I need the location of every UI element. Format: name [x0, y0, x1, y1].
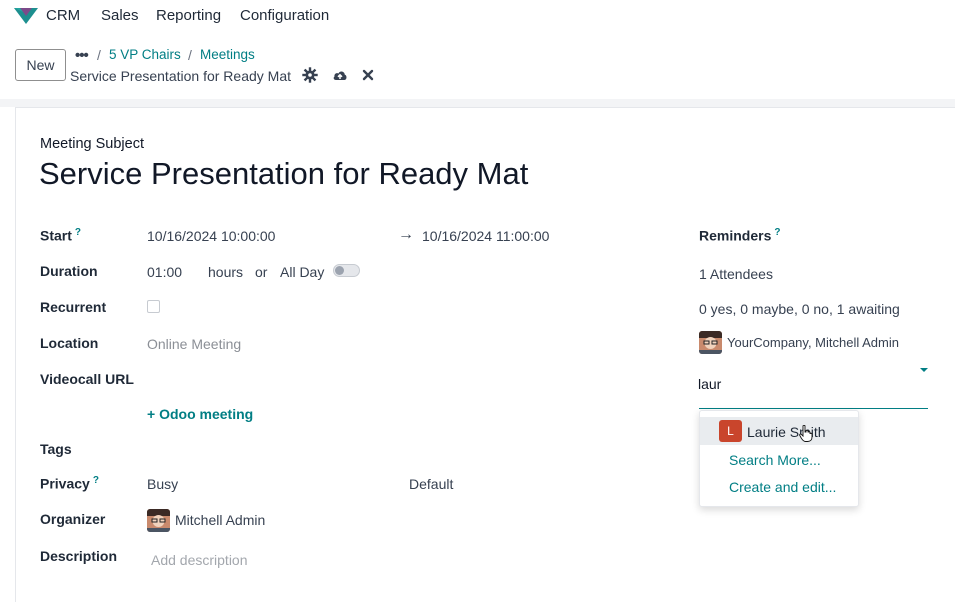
- input-underline: [699, 408, 928, 409]
- menu-sales[interactable]: Sales: [101, 7, 139, 24]
- attendees-count: 1 Attendees: [699, 266, 773, 282]
- meeting-subject-label: Meeting Subject: [40, 136, 144, 152]
- search-more-link[interactable]: Search More...: [729, 452, 821, 468]
- crm-logo-icon[interactable]: [12, 6, 40, 26]
- privacy-label: Privacy?: [40, 475, 99, 492]
- start-label: Start?: [40, 227, 82, 244]
- privacy-help-icon[interactable]: ?: [93, 475, 99, 486]
- breadcrumb-meetings[interactable]: Meetings: [200, 47, 255, 62]
- start-help-icon[interactable]: ?: [75, 227, 81, 238]
- end-datetime-field[interactable]: 10/16/2024 11:00:00: [422, 228, 549, 244]
- organizer-avatar: [147, 509, 170, 532]
- recurrent-checkbox[interactable]: [147, 300, 160, 313]
- toggle-knob: [335, 266, 344, 275]
- allday-toggle[interactable]: [333, 264, 360, 277]
- start-datetime-field[interactable]: 10/16/2024 10:00:00: [147, 228, 275, 244]
- privacy-field[interactable]: Default: [409, 476, 453, 492]
- plus-icon: +: [147, 406, 160, 422]
- description-label: Description: [40, 548, 118, 564]
- duration-or: or: [255, 264, 268, 280]
- breadcrumb-separator: /: [188, 47, 192, 63]
- duration-field[interactable]: 01:00: [147, 264, 182, 280]
- description-field[interactable]: Add description: [151, 552, 248, 568]
- privacy-show-as-field[interactable]: Busy: [147, 476, 178, 492]
- breadcrumb-more-button[interactable]: •••: [75, 47, 89, 64]
- discard-close-icon[interactable]: [360, 67, 376, 83]
- attendee-name[interactable]: YourCompany, Mitchell Admin: [727, 335, 899, 350]
- attendee-avatar: [699, 331, 722, 354]
- breadcrumb-separator: /: [97, 47, 101, 63]
- allday-label: All Day: [280, 264, 325, 280]
- breadcrumb-5-vp-chairs[interactable]: 5 VP Chairs: [109, 47, 181, 62]
- current-record-name: Service Presentation for Ready Mat: [70, 68, 291, 84]
- attendee-search-input[interactable]: [698, 372, 913, 396]
- menu-reporting[interactable]: Reporting: [156, 7, 221, 24]
- recurrent-label: Recurrent: [40, 299, 107, 315]
- duration-label: Duration: [40, 263, 98, 279]
- contact-initial-badge: L: [719, 420, 742, 442]
- reminders-help-icon[interactable]: ?: [774, 227, 780, 238]
- organizer-field[interactable]: Mitchell Admin: [175, 512, 265, 528]
- hand-cursor-icon: [799, 425, 813, 442]
- reminders-label: Reminders?: [699, 227, 781, 244]
- suggestion-laurie-smith[interactable]: Laurie Smith: [747, 424, 826, 440]
- duration-unit: hours: [208, 264, 244, 280]
- chevron-down-icon[interactable]: [920, 368, 928, 372]
- organizer-label: Organizer: [40, 511, 106, 527]
- arrow-right-icon: →: [398, 226, 414, 243]
- app-name[interactable]: CRM: [46, 7, 80, 24]
- new-button[interactable]: New: [15, 49, 66, 81]
- location-field[interactable]: Online Meeting: [147, 336, 241, 352]
- menu-configuration[interactable]: Configuration: [240, 7, 329, 24]
- location-label: Location: [40, 335, 99, 351]
- odoo-meeting-button[interactable]: + Odoo meeting: [147, 406, 253, 422]
- gear-icon[interactable]: [302, 67, 318, 83]
- videocall-url-label: Videocall URL: [40, 371, 134, 387]
- create-and-edit-link[interactable]: Create and edit...: [729, 479, 836, 495]
- top-navbar: CRM Sales Reporting Configuration: [0, 0, 955, 32]
- content-divider: [0, 99, 955, 107]
- cloud-save-icon[interactable]: [332, 67, 348, 83]
- tags-label: Tags: [40, 441, 72, 457]
- meeting-subject-field[interactable]: Service Presentation for Ready Mat: [39, 156, 528, 192]
- attendance-summary: 0 yes, 0 maybe, 0 no, 1 awaiting: [699, 301, 900, 317]
